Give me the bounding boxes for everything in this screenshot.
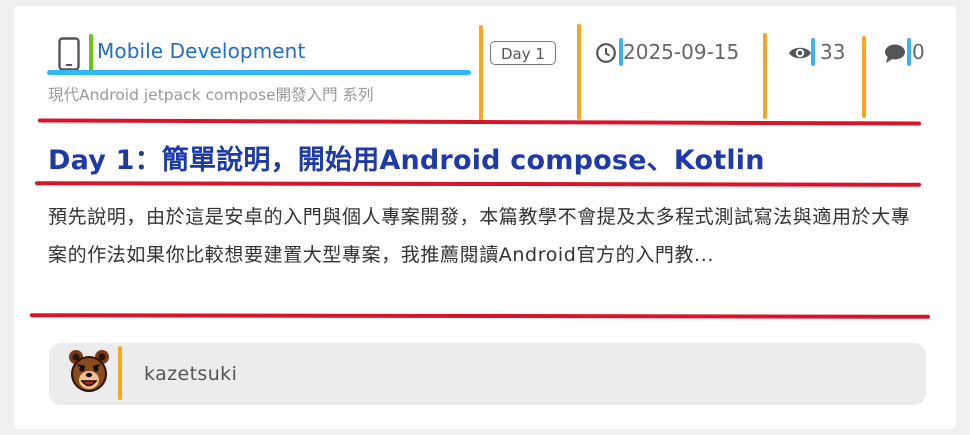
series-link[interactable]: 現代Android jetpack compose開發入門 系列 (48, 83, 374, 105)
post-excerpt: 預先說明，由於這是安卓的入門與個人專案開發，本篇教學不會提及太多程式測試寫法與適… (48, 206, 911, 266)
annotation-blue-mark (619, 38, 623, 66)
clock-icon (596, 43, 616, 63)
eye-icon (789, 47, 811, 59)
author-name[interactable]: kazetsuki (144, 363, 237, 385)
annotation-orange-mark (118, 346, 122, 400)
annotation-orange-mark (862, 36, 866, 118)
view-count: 33 (820, 40, 846, 64)
day-badge[interactable]: Day 1 (490, 41, 556, 65)
category-link[interactable]: Mobile Development (97, 39, 305, 63)
annotation-blue-mark (907, 38, 911, 66)
annotation-blue-underline (47, 70, 471, 75)
annotation-blue-mark (811, 38, 815, 66)
author-avatar[interactable] (68, 348, 110, 396)
annotation-orange-mark (763, 33, 767, 119)
post-date: 2025-09-15 (623, 40, 740, 64)
annotation-green-mark (89, 34, 93, 72)
comment-count[interactable]: 0 (912, 40, 925, 64)
post-title[interactable]: Day 1：簡單說明，開始用Android compose、Kotlin (48, 138, 765, 177)
speech-bubble-icon (885, 44, 905, 63)
mobile-phone-icon (58, 37, 80, 71)
annotation-orange-mark (479, 25, 483, 121)
annotation-orange-mark (577, 24, 581, 120)
